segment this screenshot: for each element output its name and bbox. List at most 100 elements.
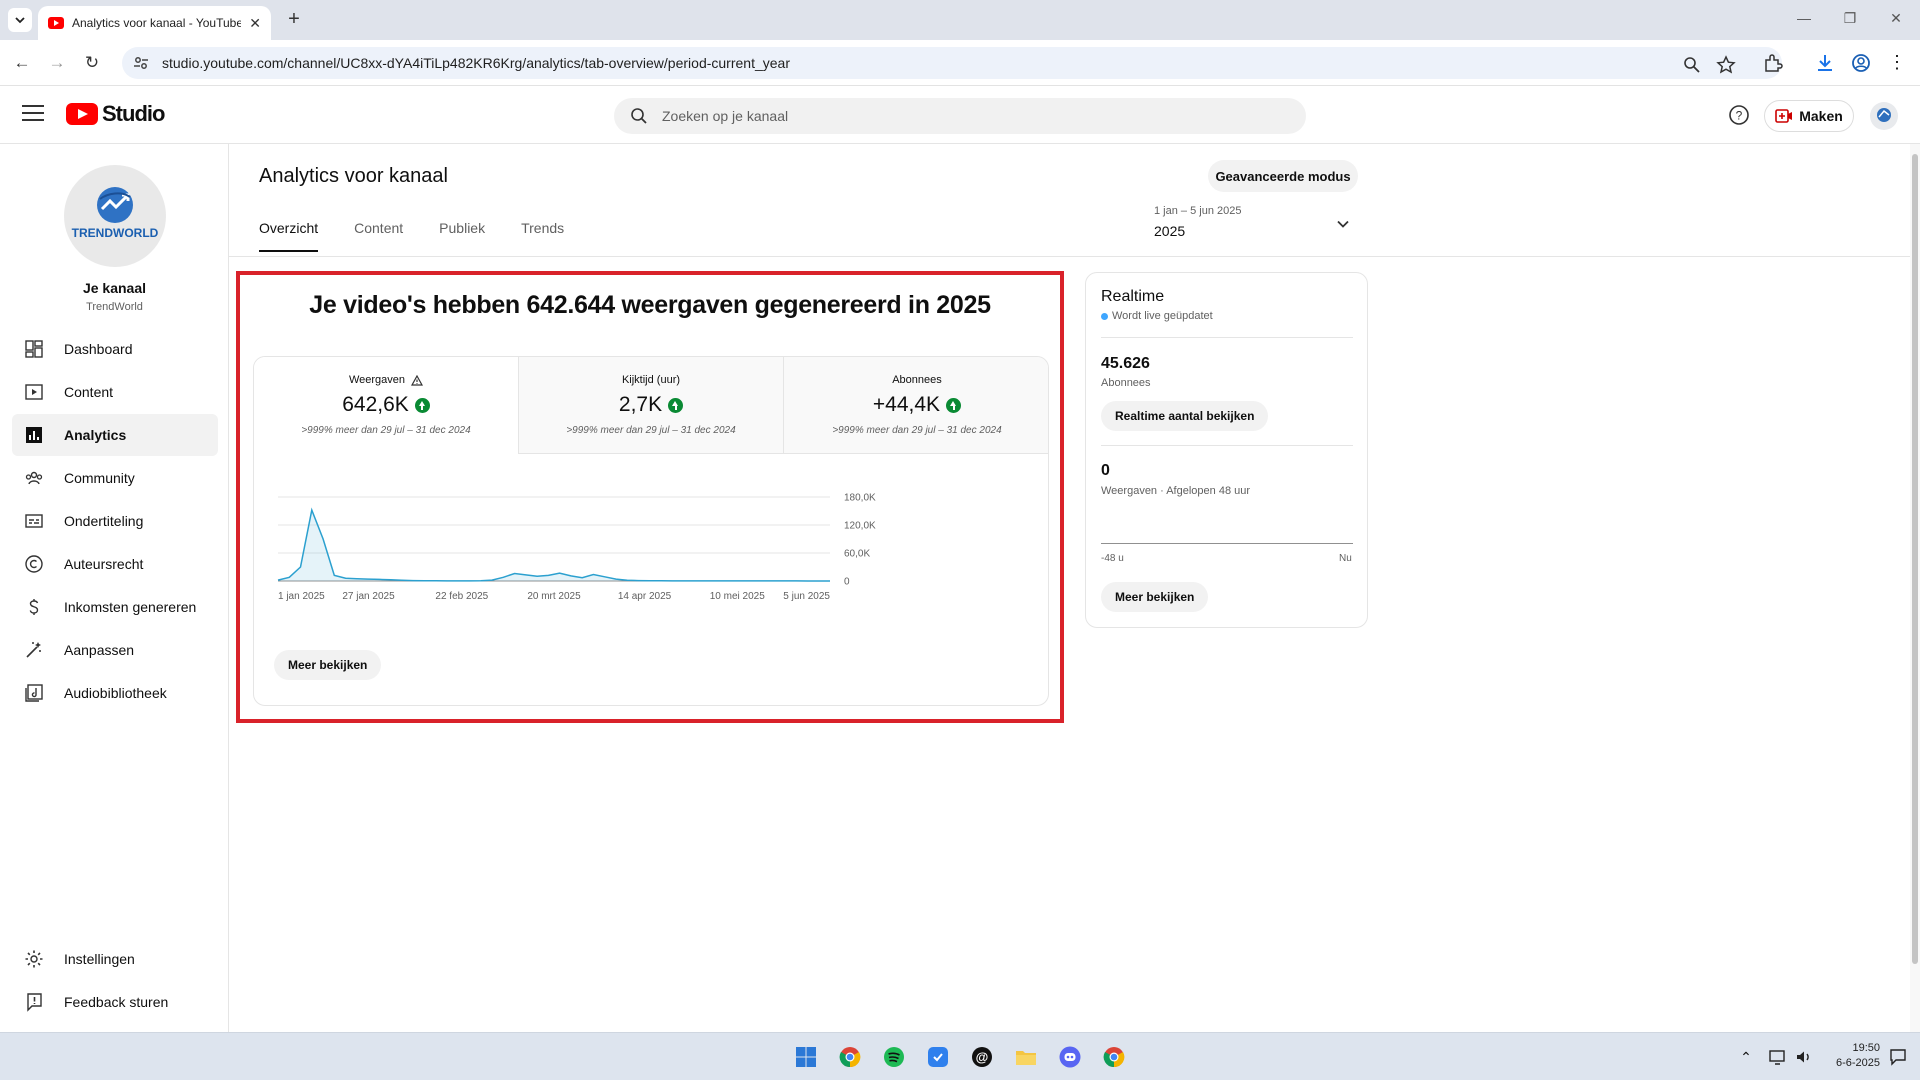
chart-x-tick-label: 27 jan 2025 <box>342 591 395 602</box>
chrome-icon[interactable] <box>838 1045 862 1069</box>
site-info-icon[interactable] <box>132 54 150 72</box>
metric-value: +44,4K <box>872 393 941 416</box>
monetization-icon <box>29 599 39 615</box>
svg-text:@: @ <box>976 1050 989 1065</box>
chart-y-tick-label: 60,0K <box>844 549 870 560</box>
create-button[interactable]: Maken <box>1764 100 1854 132</box>
spotify-icon[interactable] <box>882 1045 906 1069</box>
back-button[interactable]: ← <box>10 52 34 76</box>
search-input[interactable] <box>662 108 1262 124</box>
notification-icon[interactable] <box>1888 1045 1908 1069</box>
threads-icon[interactable]: @ <box>970 1045 994 1069</box>
download-icon[interactable] <box>1814 52 1836 74</box>
minimize-button[interactable]: — <box>1794 10 1814 26</box>
sidebar-item-label: Dashboard <box>64 341 133 357</box>
tray-chevron-up-icon[interactable]: ⌃ <box>1736 1045 1756 1069</box>
close-window-button[interactable]: ✕ <box>1886 10 1906 27</box>
chart-series-line <box>277 507 830 582</box>
logo-text: Studio <box>102 101 165 126</box>
menu-icon[interactable] <box>22 105 44 123</box>
analytics-icon <box>26 427 42 443</box>
network-icon[interactable] <box>1768 1045 1788 1069</box>
chrome-profile-icon[interactable] <box>1102 1045 1126 1069</box>
more-button[interactable]: Meer bekijken <box>274 650 382 680</box>
tabs-divider <box>229 256 1920 257</box>
help-icon[interactable]: ? <box>1728 104 1750 126</box>
dashboard-icon <box>25 340 43 358</box>
sidebar-item-monetization[interactable]: Inkomsten genereren <box>12 586 218 628</box>
file-explorer-icon[interactable] <box>1014 1045 1038 1069</box>
warning-icon[interactable] <box>411 374 424 386</box>
trend-up-icon <box>414 397 430 413</box>
account-avatar[interactable] <box>1870 102 1898 130</box>
metric-compare: >999% meer dan 29 jul – 31 dec 2024 <box>566 425 736 436</box>
tab-overview[interactable]: Overzicht <box>259 220 319 252</box>
divider <box>1101 337 1353 338</box>
realtime-count-button[interactable]: Realtime aantal bekijken <box>1101 401 1269 431</box>
forward-button[interactable]: → <box>45 52 69 76</box>
channel-avatar[interactable]: TRENDWORLD <box>64 165 166 267</box>
tab-title: Analytics voor kanaal - YouTube Studio <box>72 16 242 30</box>
realtime-subscribers-value: 45.626 <box>1101 355 1150 372</box>
realtime-more-button[interactable]: Meer bekijken <box>1101 582 1209 612</box>
metric-subscribers[interactable]: Abonnees +44,4K >999% meer dan 29 jul – … <box>784 357 1048 454</box>
sidebar-item-label: Audiobibliotheek <box>64 685 167 701</box>
tab-list-button[interactable] <box>8 8 32 32</box>
sidebar-item-dashboard[interactable]: Dashboard <box>12 328 218 370</box>
sidebar-item-analytics[interactable]: Analytics <box>12 414 218 456</box>
metric-views[interactable]: Weergaven 642,6K >999% meer dan 29 jul –… <box>254 357 519 454</box>
tab-audience[interactable]: Publiek <box>439 220 485 252</box>
realtime-live-text: Wordt live geüpdatet <box>1112 310 1213 322</box>
studio-logo[interactable]: Studio <box>66 101 165 127</box>
views-chart[interactable]: 180,0K 120,0K 60,0K 0 1 jan 2025 27 jan 2025 2… <box>272 487 1032 622</box>
scrollbar-thumb[interactable] <box>1912 154 1918 964</box>
audio-library-icon <box>25 684 43 702</box>
page-scrollbar[interactable] <box>1910 144 1920 1032</box>
restore-button[interactable]: ❐ <box>1840 10 1860 27</box>
sidebar-item-subtitles[interactable]: Ondertiteling <box>12 500 218 542</box>
taskbar: @ ⌃ 19:50 6-6-2025 <box>0 1032 1920 1080</box>
sidebar-item-copyright[interactable]: Auteursrecht <box>12 543 218 585</box>
sidebar-item-feedback[interactable]: Feedback sturen <box>12 981 218 1023</box>
views-headline: Je video's hebben 642.644 weergaven gege… <box>309 291 991 319</box>
realtime-axis-end: Nu <box>1339 553 1352 564</box>
channel-handle: TrendWorld <box>86 301 143 313</box>
bookmark-star-icon[interactable] <box>1716 55 1736 75</box>
app-icon[interactable] <box>926 1045 950 1069</box>
windows-start-icon[interactable] <box>794 1045 818 1069</box>
community-icon <box>25 471 43 485</box>
close-tab-icon[interactable]: ✕ <box>249 15 261 32</box>
analytics-tabs: Overzicht Content Publiek Trends <box>259 220 600 252</box>
extensions-icon[interactable] <box>1762 52 1784 74</box>
reload-button[interactable]: ↻ <box>80 52 104 76</box>
sidebar-item-label: Inkomsten genereren <box>64 599 197 615</box>
tab-content[interactable]: Content <box>354 220 403 252</box>
trend-up-icon <box>668 397 684 413</box>
chart-area <box>278 510 830 581</box>
realtime-card: Realtime Wordt live geüpdatet 45.626 Abo… <box>1085 272 1368 628</box>
browser-tab-bar: Analytics voor kanaal - YouTube Studio ✕… <box>0 0 1920 40</box>
sidebar-item-content[interactable]: Content <box>12 371 218 413</box>
tab-trends[interactable]: Trends <box>521 220 564 252</box>
zoom-icon[interactable] <box>1682 55 1702 75</box>
sidebar-item-customize[interactable]: Aanpassen <box>12 629 218 671</box>
chart-x-tick-label: 20 mrt 2025 <box>527 591 581 602</box>
sidebar-item-community[interactable]: Community <box>12 457 218 499</box>
date-range-text: 1 jan – 5 jun 2025 <box>1154 205 1242 217</box>
browser-menu-icon[interactable]: ⋮ <box>1886 52 1908 74</box>
advanced-mode-button[interactable]: Geavanceerde modus <box>1208 160 1358 192</box>
chart-y-tick-label: 180,0K <box>844 493 876 504</box>
sidebar-item-settings[interactable]: Instellingen <box>12 938 218 980</box>
volume-icon[interactable] <box>1794 1045 1814 1069</box>
search-icon[interactable] <box>630 107 648 125</box>
svg-text:?: ? <box>1736 109 1743 123</box>
sidebar-item-audio-library[interactable]: Audiobibliotheek <box>12 672 218 714</box>
browser-tab[interactable]: Analytics voor kanaal - YouTube Studio ✕ <box>38 6 271 40</box>
profile-icon[interactable] <box>1850 52 1872 74</box>
system-clock[interactable]: 19:50 6-6-2025 <box>1820 1041 1880 1071</box>
url-field[interactable]: studio.youtube.com/channel/UC8xx-dYA4iTi… <box>122 47 1782 79</box>
metric-watch-time[interactable]: Kijktijd (uur) 2,7K >999% meer dan 29 ju… <box>519 357 784 454</box>
discord-icon[interactable] <box>1058 1045 1082 1069</box>
date-range-picker[interactable]: 1 jan – 5 jun 2025 2025 <box>1154 205 1358 245</box>
new-tab-button[interactable]: + <box>282 8 306 32</box>
